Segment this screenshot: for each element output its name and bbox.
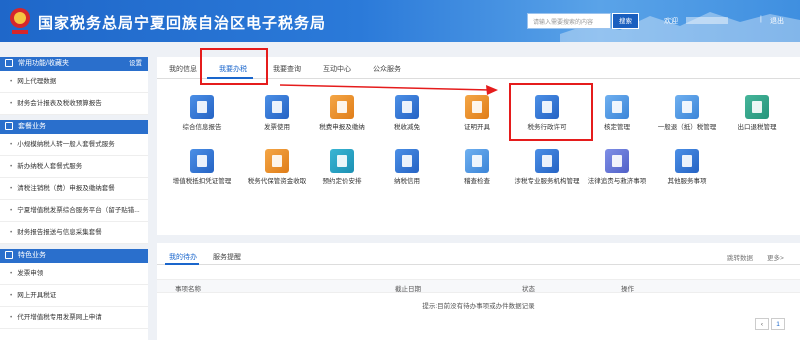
declare-pay-icon <box>330 95 354 119</box>
pricing-arrangement-icon <box>330 149 354 173</box>
service-label: 一般退（抵）税管理 <box>657 124 717 131</box>
service-refund[interactable]: 一般退（抵）税管理 <box>652 95 722 132</box>
logout-link[interactable]: 退出 <box>770 16 784 26</box>
inspection-icon <box>465 149 489 173</box>
sidebar-item[interactable]: 财务报告报送与信息采集套餐 <box>0 222 148 244</box>
sidebar-item[interactable]: 代开增值税专用发票网上申请 <box>0 307 148 329</box>
sidebar-item[interactable]: 小规模纳税人转一般人套餐式服务 <box>0 134 148 156</box>
search-button[interactable]: 搜索 <box>612 13 639 29</box>
service-label: 预约定价安排 <box>322 178 362 185</box>
service-export-refund[interactable]: 出口退税管理 <box>722 95 792 132</box>
tab-my-todo[interactable]: 我的待办 <box>169 252 197 262</box>
sidebar-section-special[interactable]: 特色业务 <box>0 249 148 263</box>
vat-voucher-icon <box>190 149 214 173</box>
service-label: 综合信息报告 <box>182 124 222 131</box>
column-header: 截止日期 <box>395 286 421 293</box>
service-agency[interactable]: 涉税专业服务机构管理 <box>512 149 582 186</box>
service-label: 税费申报及缴纳 <box>319 124 365 131</box>
service-report[interactable]: 综合信息报告 <box>167 95 237 132</box>
page-number[interactable]: 1 <box>771 318 785 330</box>
search-input[interactable]: 请输入需要搜索的内容 <box>527 13 611 29</box>
tab-query[interactable]: 我要查询 <box>273 64 301 74</box>
agency-icon <box>535 149 559 173</box>
sidebar-section-title: 套餐业务 <box>18 123 46 130</box>
service-legal[interactable]: 法律追责与救济事项 <box>582 149 652 186</box>
todo-tabs: 我的待办 服务提醒 跳转数据 更多> <box>157 243 800 265</box>
service-label: 证明开具 <box>464 124 490 131</box>
sidebar-item[interactable]: 网上代理数据 <box>0 71 148 93</box>
service-label: 纳税信用 <box>394 178 420 185</box>
top-header: 国家税务总局宁夏回族自治区电子税务局 请输入需要搜索的内容 搜索 欢迎 | 退出 <box>0 0 800 42</box>
tab-service-reminder[interactable]: 服务提醒 <box>213 252 241 262</box>
refund-icon <box>675 95 699 119</box>
service-label: 法律追责与救济事项 <box>587 178 647 185</box>
report-icon <box>190 95 214 119</box>
highlight-box-license <box>509 83 593 141</box>
service-label: 税务代保管资金收取 <box>247 178 307 185</box>
tax-reduction-icon <box>395 95 419 119</box>
service-tax-reduction[interactable]: 税收减免 <box>372 95 442 132</box>
active-tab-indicator <box>165 263 199 265</box>
more-link[interactable]: 更多> <box>767 252 784 262</box>
site-title: 国家税务总局宁夏回族自治区电子税务局 <box>38 15 327 32</box>
sidebar: 常用功能/收藏夹 设置 网上代理数据 财务会计报表及税收预算报告 套餐业务 小规… <box>0 57 148 340</box>
service-declare-pay[interactable]: 税费申报及缴纳 <box>307 95 377 132</box>
service-credit[interactable]: 纳税信用 <box>372 149 442 186</box>
sidebar-item[interactable]: 新办纳税人套餐式服务 <box>0 156 148 178</box>
service-vat-voucher[interactable]: 增值税抵扣凭证管理 <box>167 149 237 186</box>
sidebar-section-favorites[interactable]: 常用功能/收藏夹 设置 <box>0 57 148 71</box>
service-label: 稽查检查 <box>464 178 490 185</box>
service-custody-fund[interactable]: 税务代保管资金收取 <box>242 149 312 186</box>
todo-panel: 我的待办 服务提醒 跳转数据 更多> 事项名称 截止日期 状态 操作 提示:目前… <box>157 243 800 340</box>
sidebar-section-title: 常用功能/收藏夹 <box>18 60 69 67</box>
service-label: 税收减免 <box>394 124 420 131</box>
star-icon <box>5 251 13 260</box>
column-header: 状态 <box>522 286 535 293</box>
service-inspection[interactable]: 稽查检查 <box>442 149 512 186</box>
service-invoice[interactable]: 发票使用 <box>242 95 312 132</box>
other-services-icon <box>675 149 699 173</box>
sidebar-item[interactable]: 财务会计报表及税收预算报告 <box>0 93 148 115</box>
user-name-redacted <box>686 17 728 24</box>
sidebar-section-packages[interactable]: 套餐业务 <box>0 120 148 134</box>
certificate-icon <box>465 95 489 119</box>
service-pricing-arrangement[interactable]: 预约定价安排 <box>307 149 377 186</box>
table-header: 事项名称 截止日期 状态 操作 <box>157 279 800 293</box>
sidebar-item[interactable]: 网上开具税证 <box>0 285 148 307</box>
tax-emblem-logo <box>10 8 30 34</box>
service-label: 涉税专业服务机构管理 <box>514 178 580 185</box>
invoice-icon <box>265 95 289 119</box>
service-other[interactable]: 其他服务事项 <box>652 149 722 186</box>
service-label: 发票使用 <box>264 124 290 131</box>
service-label: 增值税抵扣凭证管理 <box>172 178 232 185</box>
custody-fund-icon <box>265 149 289 173</box>
service-certificate[interactable]: 证明开具 <box>442 95 512 132</box>
tab-public-service[interactable]: 公众服务 <box>373 64 401 74</box>
annotation-arrow <box>280 84 498 95</box>
service-label: 其他服务事项 <box>667 178 707 185</box>
column-header: 操作 <box>621 286 634 293</box>
tab-interaction[interactable]: 互动中心 <box>323 64 351 74</box>
service-label: 出口退税管理 <box>737 124 777 131</box>
sidebar-item[interactable]: 清税注销税（费）申报及缴纳套餐 <box>0 178 148 200</box>
header-separator: | <box>760 16 762 23</box>
welcome-text: 欢迎 <box>664 18 678 25</box>
sidebar-item[interactable]: 宁夏增值税发票综合服务平台（留子贴错... <box>0 200 148 222</box>
settings-link[interactable]: 设置 <box>129 57 142 71</box>
highlight-box-tab <box>200 48 268 85</box>
sidebar-item[interactable]: 发票申领 <box>0 263 148 285</box>
credit-icon <box>395 149 419 173</box>
prev-page-button[interactable]: ‹ <box>755 318 769 330</box>
favorites-icon <box>5 59 13 68</box>
sidebar-section-title: 特色业务 <box>18 252 46 259</box>
legal-icon <box>605 149 629 173</box>
column-header: 事项名称 <box>175 286 201 293</box>
assessment-icon <box>605 95 629 119</box>
empty-message: 提示:目前没有待办事项或办件数据记录 <box>422 303 535 310</box>
package-icon <box>5 122 13 131</box>
jump-data-link[interactable]: 跳转数据 <box>727 252 753 262</box>
export-refund-icon <box>745 95 769 119</box>
tab-my-info[interactable]: 我的信息 <box>169 64 197 74</box>
